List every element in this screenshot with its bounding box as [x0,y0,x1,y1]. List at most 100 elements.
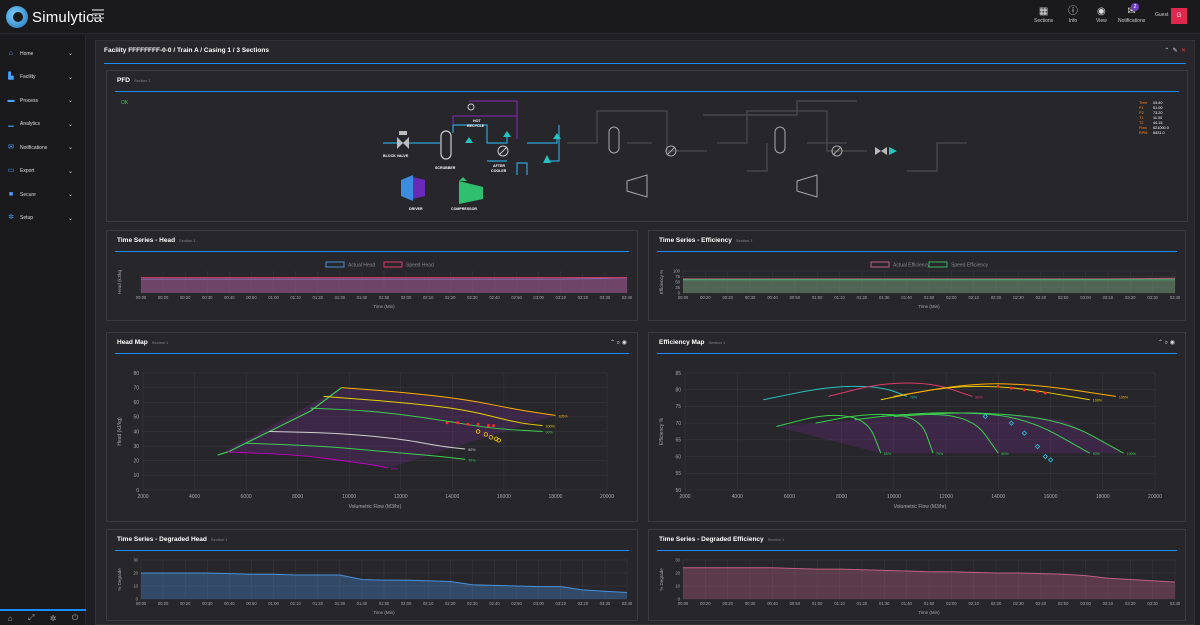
series-area [141,277,627,293]
divider [104,63,1186,64]
y-tick-label: 80 [675,388,681,394]
head-map-chart: 2000 4000 6000 8000 10000 12000 14000 16000 1800… [117,371,614,510]
head-map-panel: Head Map Section 1 ⌃ ⌕ ◉ 2000 4000 6000 8000… [106,332,638,522]
x-tick-label: 00:20 [158,295,169,300]
eff-map-panel: Efficiency Map Section 1 ⌃ ⌕ ◉ 2000 4000 60… [648,332,1186,522]
sections-label: Sections [1034,18,1054,24]
x-tick-label: 03:00 [533,601,544,606]
compressor-stage-3-icon [796,174,818,198]
x-tick-label: 03:10 [555,601,566,606]
x-tick-label: 2000 [137,494,148,500]
x-tick-label: 02:20 [991,601,1002,606]
x-tick-label: 03:30 [1147,601,1158,606]
legend-label: Speed Head [406,263,434,269]
operating-point [1009,386,1013,390]
readout-key: P1 [1139,106,1144,110]
close-icon[interactable]: ✕ [1181,48,1186,54]
view-button[interactable]: ◉ View [1096,6,1107,24]
x-tick-label: 03:20 [578,601,589,606]
wrench-icon[interactable]: ✎ [1173,48,1178,54]
legend-swatch [870,261,890,268]
legend-swatch [325,261,345,268]
ts-deff-chart: 00:00 00:20 00:20 00:30 00:40 00:50 01:00 01:10… [659,558,1181,616]
x-tick-label: 00:30 [745,601,756,606]
x-tick-label: 02:10 [423,601,434,606]
top-bar: Simulytica ▦ Sections ⓘ Info ◉ View ✉ 2 … [0,0,1200,34]
y-tick-label: 0 [136,488,139,494]
menu-toggle-icon[interactable] [92,9,104,19]
x-tick-label: 8000 [292,494,303,500]
sidebar-item-process[interactable]: ▬ Process ⌄ [0,89,85,113]
x-tick-label: 03:40 [622,295,633,300]
x-tick-label: 00:20 [722,601,733,606]
legend-label: Speed Efficiency [951,263,989,269]
chevron-down-icon: ⌄ [67,215,73,222]
compressor-label: COMPRESSOR [451,207,477,211]
x-tick-label: 01:00 [268,601,279,606]
speed-curve-label: 80% [975,395,983,399]
x-tick-label: 6000 [241,494,252,500]
power-icon[interactable]: ⏻ [72,613,78,623]
x-tick-label: 20000 [600,494,614,500]
x-tick-label: 01:50 [379,295,390,300]
y-tick-label: 40 [133,429,139,435]
x-tick-label: 02:30 [1013,601,1024,606]
x-tick-label: 01:20 [857,601,868,606]
speed-curve-label: 80% [1001,452,1009,456]
sidebar-item-label: Setup [20,215,34,222]
y-tick-label: 50 [675,280,680,285]
sidebar-item-export[interactable]: ▭ Export ⌄ [0,160,85,184]
x-tick-label: 14000 [445,494,459,500]
gear-icon[interactable]: ✲ [50,614,57,623]
x-tick-label: 02:30 [467,295,478,300]
sections-button[interactable]: ▦ Sections [1034,6,1053,24]
y-axis-label: Efficiency % [659,417,665,445]
x-tick-label: 01:30 [335,295,346,300]
x-tick-label: 00:00 [678,601,689,606]
x-tick-label: 01:50 [924,601,935,606]
legend-swatch [928,261,948,268]
x-tick-label: 01:10 [290,601,301,606]
y-tick-label: 10 [133,584,138,589]
y-tick-label: 50 [675,488,681,494]
info-label: Info [1068,18,1078,24]
sidebar-item-facility[interactable]: ▙ Facility ⌄ [0,66,85,90]
facility-icon: ▙ [8,73,14,81]
x-tick-label: 00:00 [136,601,147,606]
sidebar-item-label: Secure [20,191,36,198]
x-tick-label: 18000 [1096,494,1110,500]
x-tick-label: 01:10 [834,601,845,606]
x-tick-label: 00:40 [767,295,778,300]
x-axis-label: Volumetric Flow (M3/hr) [894,504,947,510]
ts-eff-panel: Time Series - Efficiency Section 1 00:00 0… [648,230,1186,321]
app-logo[interactable]: Simulytica [6,6,102,28]
x-tick-label: 02:20 [445,601,456,606]
series-area [683,567,1175,599]
operating-point [1043,391,1047,395]
x-tick-label: 02:50 [511,601,522,606]
x-tick-label: 02:00 [946,295,957,300]
sidebar-item-analytics[interactable]: ▁ Analytics ⌄ [0,113,85,137]
home-icon[interactable]: ⌂ [8,614,13,623]
notifications-button[interactable]: ✉ 2 Notifications [1118,3,1145,24]
x-tick-label: 00:00 [678,295,689,300]
x-tick-label: 10000 [887,494,901,500]
fullscreen-icon[interactable]: ⤢ [28,613,34,623]
operating-point [486,424,490,428]
avatar[interactable]: G [1171,8,1187,24]
y-tick-label: 75 [675,274,680,279]
sidebar-item-secure[interactable]: ■ Secure ⌄ [0,183,85,207]
readout-key: RPM [1139,131,1147,135]
chevron-up-icon[interactable]: ⌃ [1164,48,1169,54]
x-axis-label: Time (Min) [918,610,940,615]
x-tick-label: 01:50 [924,295,935,300]
grid-icon: ▦ [1038,6,1049,17]
info-button[interactable]: ⓘ Info [1068,6,1078,24]
x-tick-label: 02:20 [991,295,1002,300]
sidebar-item-notifications[interactable]: ✉ Notifications ⌄ [0,136,85,160]
x-tick-label: 03:10 [555,295,566,300]
sidebar-item-home[interactable]: ⌂ Home ⌄ [0,42,85,66]
sidebar-item-setup[interactable]: ✲ Setup ⌄ [0,207,85,231]
x-tick-label: 01:20 [857,295,868,300]
speed-curve-label: 105% [1119,395,1129,399]
